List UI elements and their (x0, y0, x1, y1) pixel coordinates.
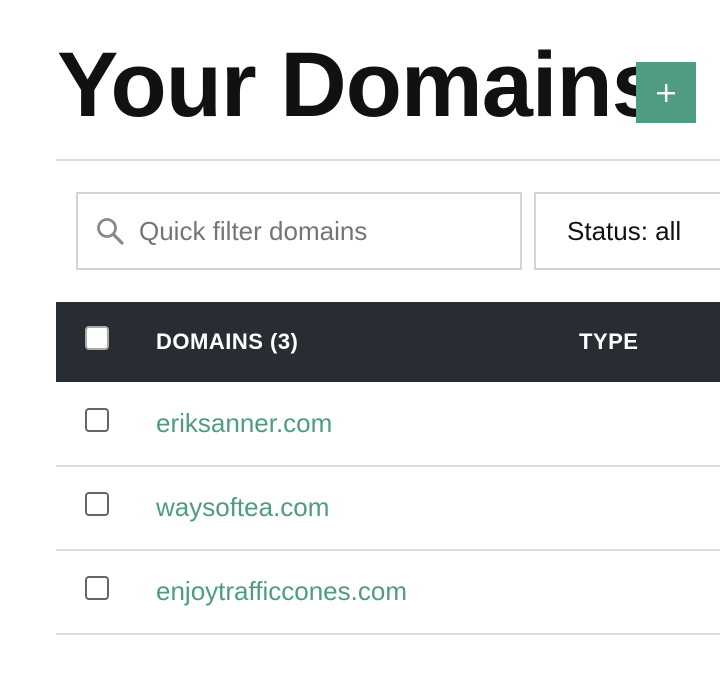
status-filter-dropdown[interactable]: Status: all (534, 192, 720, 270)
domain-link[interactable]: waysoftea.com (156, 466, 329, 549)
row-checkbox[interactable] (85, 492, 109, 516)
plus-icon (657, 83, 675, 102)
table-row: enjoytrafficcones.com (56, 550, 720, 635)
title-divider (56, 159, 720, 161)
domain-link[interactable]: enjoytrafficcones.com (156, 550, 407, 633)
column-header-type[interactable]: TYPE (579, 302, 638, 382)
add-domain-button[interactable] (636, 62, 696, 123)
table-row: waysoftea.com (56, 466, 720, 551)
row-checkbox[interactable] (85, 408, 109, 432)
domain-link[interactable]: eriksanner.com (156, 382, 332, 465)
row-checkbox[interactable] (85, 576, 109, 600)
quick-filter-input[interactable] (139, 215, 499, 247)
search-icon (95, 216, 125, 246)
quick-filter[interactable] (76, 192, 522, 270)
table-row: eriksanner.com (56, 382, 720, 467)
status-filter-label: Status: all (567, 215, 682, 246)
table-header: DOMAINS (3) TYPE (56, 302, 720, 382)
page-title: Your Domains (57, 34, 663, 136)
select-all-checkbox[interactable] (85, 326, 109, 350)
column-header-domains[interactable]: DOMAINS (3) (156, 302, 298, 382)
